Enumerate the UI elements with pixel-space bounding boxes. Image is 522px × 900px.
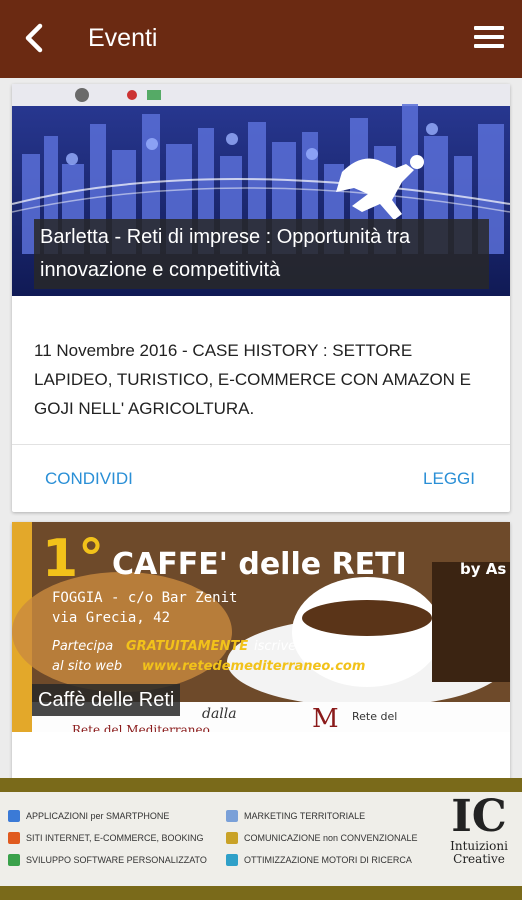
event-title: Barletta - Reti di imprese : Opportunità… <box>34 219 489 289</box>
service-label: SVILUPPO SOFTWARE PERSONALIZZATO <box>26 855 207 865</box>
service-label: APPLICAZIONI per SMARTPHONE <box>26 811 170 821</box>
service-item: SVILUPPO SOFTWARE PERSONALIZZATO <box>8 854 207 866</box>
poster-rete: Rete del Mediterraneo <box>72 723 210 732</box>
poster-promo-c: iscrivendo la tua azienda <box>254 639 417 654</box>
event-description: 11 Novembre 2016 - CASE HISTORY : SETTOR… <box>34 341 472 418</box>
service-label: OTTIMIZZAZIONE MOTORI DI RICERCA <box>244 855 412 865</box>
service-item: APPLICAZIONI per SMARTPHONE <box>8 810 169 822</box>
service-item: MARKETING TERRITORIALE <box>226 810 365 822</box>
card-divider <box>12 444 510 445</box>
intuizioni-creative-logo[interactable]: IC Intuizioni Creative <box>436 794 522 884</box>
poster-promo-a: Partecipa <box>52 639 113 654</box>
footer-band <box>0 778 522 792</box>
footer-banner[interactable]: APPLICAZIONI per SMARTPHONE SITI INTERNE… <box>0 778 522 900</box>
service-item: COMUNICAZIONE non CONVENZIONALE <box>226 832 418 844</box>
poster-headline: CAFFE' delle RETI <box>112 547 407 582</box>
search-engine-icon <box>226 854 238 866</box>
poster-dalla: dalla <box>202 706 237 722</box>
event-title: Caffè delle Reti <box>32 684 181 716</box>
share-button[interactable]: CONDIVIDI <box>45 469 133 489</box>
map-icon <box>226 810 238 822</box>
poster-logo-m: M <box>312 704 339 732</box>
hamburger-menu-icon[interactable] <box>474 26 504 52</box>
chevron-left-icon[interactable] <box>18 20 54 56</box>
service-label: SITI INTERNET, E-COMMERCE, BOOKING <box>26 833 204 843</box>
service-item: OTTIMIZZAZIONE MOTORI DI RICERCA <box>226 854 412 866</box>
event-card[interactable]: 1° CAFFE' delle RETI by As FOGGIA - c/o … <box>12 522 510 778</box>
page-title: Eventi <box>88 24 158 52</box>
poster-promo-b: GRATUITAMENTE <box>126 639 248 654</box>
megaphone-icon <box>226 832 238 844</box>
footer-band <box>0 886 522 900</box>
poster-site: www.retedemediterraneo.com <box>142 659 365 674</box>
logo-name-line2: Creative <box>453 852 505 866</box>
logo-mark: IC <box>451 791 507 842</box>
poster-street: via Grecia, 42 <box>52 610 170 626</box>
read-button[interactable]: LEGGI <box>423 469 475 489</box>
service-item: SITI INTERNET, E-COMMERCE, BOOKING <box>8 832 204 844</box>
event-image[interactable]: Barletta - Reti di imprese : Opportunità… <box>12 84 510 296</box>
event-list[interactable]: Barletta - Reti di imprese : Opportunità… <box>0 78 522 778</box>
poster-place: FOGGIA - c/o Bar Zenit <box>52 590 237 606</box>
smartphone-icon <box>8 810 20 822</box>
app-bar: Eventi <box>0 0 522 78</box>
event-image[interactable]: 1° CAFFE' delle RETI by As FOGGIA - c/o … <box>12 522 510 732</box>
event-card[interactable]: Barletta - Reti di imprese : Opportunità… <box>12 84 510 512</box>
html5-icon <box>8 832 20 844</box>
poster-by: by As <box>460 560 506 578</box>
poster-promo-d: al sito web <box>52 659 122 674</box>
poster-logo-text: Rete del <box>352 710 397 723</box>
service-label: COMUNICAZIONE non CONVENZIONALE <box>244 833 418 843</box>
software-icon <box>8 854 20 866</box>
service-label: MARKETING TERRITORIALE <box>244 811 366 821</box>
poster-number: 1° <box>42 529 104 589</box>
